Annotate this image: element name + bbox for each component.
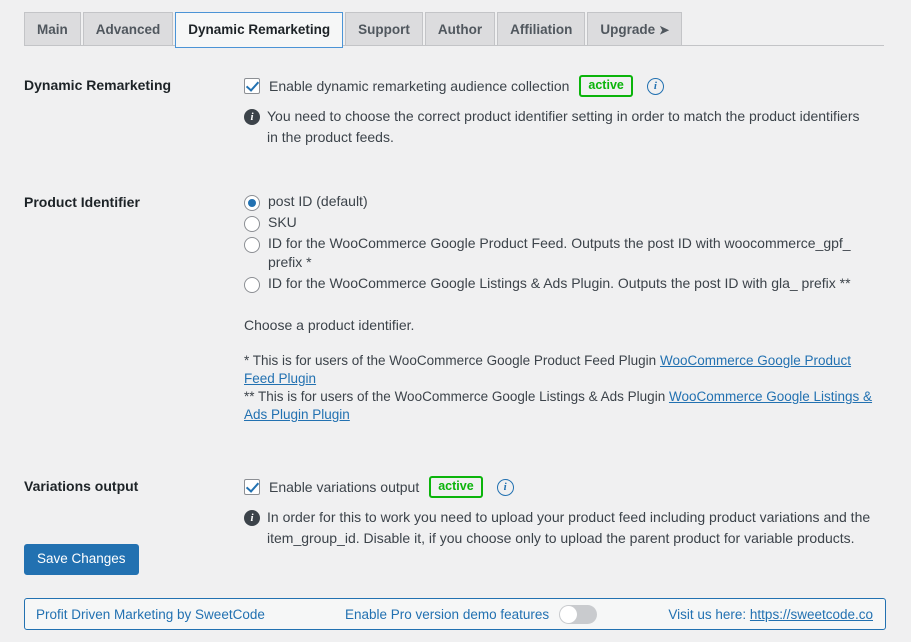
save-changes-button[interactable]: Save Changes xyxy=(24,544,139,575)
footer-brand: Profit Driven Marketing by SweetCode xyxy=(25,607,345,622)
dynamic-remarketing-description-text: You need to choose the correct product i… xyxy=(267,106,874,148)
tab-affiliation-label: Affiliation xyxy=(510,22,572,37)
radio-gpf-label[interactable]: ID for the WooCommerce Google Product Fe… xyxy=(268,234,880,272)
radio-option-gpf[interactable]: ID for the WooCommerce Google Product Fe… xyxy=(244,234,880,272)
variations-output-description: i In order for this to work you need to … xyxy=(244,507,874,549)
tab-affiliation[interactable]: Affiliation xyxy=(497,12,585,45)
field-product-identifier: post ID (default) SKU ID for the WooComm… xyxy=(244,183,890,437)
enable-variations-output-label[interactable]: Enable variations output xyxy=(269,477,419,498)
radio-option-gla[interactable]: ID for the WooCommerce Google Listings &… xyxy=(244,274,880,293)
radio-post-id[interactable] xyxy=(244,195,260,211)
radio-gla-label[interactable]: ID for the WooCommerce Google Listings &… xyxy=(268,274,851,293)
tab-upgrade-label: Upgrade xyxy=(600,22,655,37)
footer-pro-toggle-label: Enable Pro version demo features xyxy=(345,607,549,622)
tab-support[interactable]: Support xyxy=(345,12,423,45)
info-circle-icon-variations[interactable]: i xyxy=(497,479,514,496)
footer-pro-toggle-group: Enable Pro version demo features xyxy=(345,605,597,624)
radio-sku[interactable] xyxy=(244,216,260,232)
footnote-two-text: ** This is for users of the WooCommerce … xyxy=(244,389,669,404)
tab-author[interactable]: Author xyxy=(425,12,495,45)
arrow-right-icon: ➤ xyxy=(659,23,669,37)
tab-author-label: Author xyxy=(438,22,482,37)
settings-page: Main Advanced Dynamic Remarketing Support Au… xyxy=(0,0,911,642)
toggle-knob xyxy=(560,606,577,623)
tab-support-label: Support xyxy=(358,22,410,37)
submit-area: Save Changes xyxy=(24,544,139,575)
enable-variations-output-checkbox[interactable] xyxy=(244,479,260,495)
row-product-identifier: Product Identifier post ID (default) SKU… xyxy=(0,183,890,437)
radio-option-post-id[interactable]: post ID (default) xyxy=(244,192,880,211)
tab-main[interactable]: Main xyxy=(24,12,81,45)
tab-dynamic-remarketing-label: Dynamic Remarketing xyxy=(188,22,330,37)
tab-dynamic-remarketing[interactable]: Dynamic Remarketing xyxy=(175,12,343,48)
product-identifier-help-text: Choose a product identifier. xyxy=(244,315,880,336)
tab-upgrade[interactable]: Upgrade ➤ xyxy=(587,12,682,45)
pro-demo-toggle[interactable] xyxy=(559,605,597,624)
label-variations-output: Variations output xyxy=(0,463,244,511)
row-dynamic-remarketing: Dynamic Remarketing Enable dynamic remar… xyxy=(0,62,890,161)
field-variations-output: Enable variations output active i i In o… xyxy=(244,463,890,562)
radio-gla[interactable] xyxy=(244,277,260,293)
label-dynamic-remarketing: Dynamic Remarketing xyxy=(0,62,244,110)
product-identifier-footnotes: * This is for users of the WooCommerce G… xyxy=(244,352,874,424)
variations-output-description-text: In order for this to work you need to up… xyxy=(267,507,874,549)
tab-advanced[interactable]: Advanced xyxy=(83,12,174,45)
field-dynamic-remarketing: Enable dynamic remarketing audience coll… xyxy=(244,62,890,161)
footer-visit-prefix: Visit us here: xyxy=(668,607,750,622)
radio-gpf[interactable] xyxy=(244,237,260,253)
info-filled-icon-variations: i xyxy=(244,510,260,526)
radio-post-id-label[interactable]: post ID (default) xyxy=(268,192,368,211)
footer-visit: Visit us here: https://sweetcode.co xyxy=(668,607,885,622)
spacer xyxy=(244,336,880,352)
tab-main-label: Main xyxy=(37,22,68,37)
plugin-footer-bar: Profit Driven Marketing by SweetCode Ena… xyxy=(24,598,886,630)
dynamic-remarketing-control-line: Enable dynamic remarketing audience coll… xyxy=(244,75,880,97)
status-badge-dynamic-remarketing: active xyxy=(579,75,632,97)
settings-form-table: Dynamic Remarketing Enable dynamic remar… xyxy=(0,62,890,562)
status-badge-variations-output: active xyxy=(429,476,482,498)
variations-output-control-line: Enable variations output active i xyxy=(244,476,880,498)
info-circle-icon[interactable]: i xyxy=(647,78,664,95)
footer-visit-link[interactable]: https://sweetcode.co xyxy=(750,607,873,622)
tab-bar: Main Advanced Dynamic Remarketing Support Au… xyxy=(24,12,884,46)
dynamic-remarketing-description: i You need to choose the correct product… xyxy=(244,106,874,148)
label-product-identifier: Product Identifier xyxy=(0,183,244,227)
info-filled-icon: i xyxy=(244,109,260,125)
radio-sku-label[interactable]: SKU xyxy=(268,213,297,232)
footnote-one-text: * This is for users of the WooCommerce G… xyxy=(244,353,660,368)
tab-advanced-label: Advanced xyxy=(96,22,161,37)
enable-dynamic-remarketing-checkbox[interactable] xyxy=(244,78,260,94)
enable-dynamic-remarketing-label[interactable]: Enable dynamic remarketing audience coll… xyxy=(269,76,569,97)
radio-option-sku[interactable]: SKU xyxy=(244,213,880,232)
